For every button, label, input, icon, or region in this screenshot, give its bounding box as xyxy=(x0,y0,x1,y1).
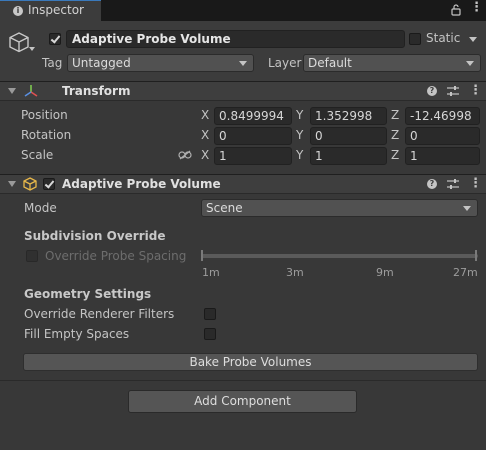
override-spacing-label: Override Probe Spacing xyxy=(45,249,187,263)
rotation-y-field[interactable]: 0 xyxy=(310,127,387,145)
gameobject-name-field[interactable]: Adaptive Probe Volume xyxy=(66,30,405,48)
divider xyxy=(0,380,486,381)
static-checkbox[interactable] xyxy=(409,33,421,45)
override-renderer-filters-label: Override Renderer Filters xyxy=(24,307,175,321)
gameobject-active-checkbox[interactable] xyxy=(49,33,61,45)
override-renderer-filters-checkbox[interactable] xyxy=(204,308,216,320)
help-icon[interactable]: ? xyxy=(427,179,437,189)
axis-z-label[interactable]: Z xyxy=(391,128,399,142)
spacing-tick: 9m xyxy=(376,266,394,279)
tag-label: Tag xyxy=(42,56,63,70)
scale-y-field[interactable]: 1 xyxy=(310,147,387,165)
tab-inspector[interactable]: i Inspector xyxy=(0,0,101,21)
tag-dropdown[interactable]: Untagged xyxy=(67,54,254,72)
constrain-proportions-icon[interactable] xyxy=(178,150,192,160)
lock-icon[interactable] xyxy=(450,4,462,16)
position-x-field[interactable]: 0.8499994 xyxy=(214,107,292,125)
spacing-tick: 1m xyxy=(202,266,220,279)
scale-z-field[interactable]: 1 xyxy=(405,147,480,165)
layer-label: Layer xyxy=(268,56,302,70)
foldout-arrow-icon[interactable] xyxy=(8,88,16,94)
scale-x-field[interactable]: 1 xyxy=(214,147,292,165)
spacing-tick: 3m xyxy=(286,266,304,279)
slider-max-handle[interactable] xyxy=(475,250,477,261)
mode-dropdown[interactable]: Scene xyxy=(201,199,478,217)
override-spacing-checkbox[interactable] xyxy=(26,250,38,262)
slider-min-handle[interactable] xyxy=(201,250,203,261)
axis-y-label[interactable]: Y xyxy=(296,108,303,122)
bake-probe-volumes-button[interactable]: Bake Probe Volumes xyxy=(23,353,478,371)
axis-y-label[interactable]: Y xyxy=(296,128,303,142)
rotation-x-field[interactable]: 0 xyxy=(214,127,292,145)
tag-value: Untagged xyxy=(72,56,131,70)
component-menu-icon[interactable]: ⋮ xyxy=(469,84,482,97)
layer-dropdown[interactable]: Default xyxy=(303,54,481,72)
axis-x-label[interactable]: X xyxy=(201,128,209,142)
axis-x-label[interactable]: X xyxy=(201,148,209,162)
chevron-down-icon xyxy=(239,61,247,66)
position-label: Position xyxy=(21,108,68,122)
spacing-tick: 27m xyxy=(453,266,478,279)
fill-empty-spaces-checkbox[interactable] xyxy=(204,328,216,340)
subdivision-override-header: Subdivision Override xyxy=(24,229,166,243)
gameobject-cube-icon[interactable] xyxy=(8,31,30,53)
transform-axes-icon xyxy=(24,85,38,97)
geometry-settings-header: Geometry Settings xyxy=(24,287,152,301)
fill-empty-spaces-label: Fill Empty Spaces xyxy=(24,327,130,341)
foldout-arrow-icon[interactable] xyxy=(8,181,16,187)
rotation-label: Rotation xyxy=(21,128,72,142)
tab-menu-icon[interactable]: ⋮ xyxy=(470,1,483,14)
preset-sliders-icon[interactable] xyxy=(447,86,459,96)
probe-volume-cube-icon xyxy=(23,177,37,191)
layer-value: Default xyxy=(308,56,352,70)
mode-value: Scene xyxy=(206,201,243,215)
add-component-button[interactable]: Add Component xyxy=(128,390,357,413)
static-dropdown-arrow-icon[interactable] xyxy=(469,37,477,42)
mode-label: Mode xyxy=(24,201,57,215)
chevron-down-icon xyxy=(466,61,474,66)
axis-z-label[interactable]: Z xyxy=(391,108,399,122)
chevron-down-icon xyxy=(463,206,471,211)
probe-spacing-slider[interactable] xyxy=(201,254,478,258)
apv-title: Adaptive Probe Volume xyxy=(62,177,221,191)
component-menu-icon[interactable]: ⋮ xyxy=(469,177,482,190)
axis-y-label[interactable]: Y xyxy=(296,148,303,162)
scale-label: Scale xyxy=(21,148,54,162)
axis-z-label[interactable]: Z xyxy=(391,148,399,162)
info-icon: i xyxy=(13,6,23,16)
icon-dropdown-arrow-icon[interactable] xyxy=(29,47,35,51)
rotation-z-field[interactable]: 0 xyxy=(405,127,480,145)
static-label: Static xyxy=(426,31,461,45)
preset-sliders-icon[interactable] xyxy=(447,179,459,189)
axis-x-label[interactable]: X xyxy=(201,108,209,122)
position-y-field[interactable]: 1.352998 xyxy=(310,107,387,125)
tab-label: Inspector xyxy=(28,3,84,17)
position-z-field[interactable]: -12.46998 xyxy=(405,107,480,125)
transform-title: Transform xyxy=(62,84,131,98)
help-icon[interactable]: ? xyxy=(427,86,437,96)
apv-enabled-checkbox[interactable] xyxy=(43,178,55,190)
